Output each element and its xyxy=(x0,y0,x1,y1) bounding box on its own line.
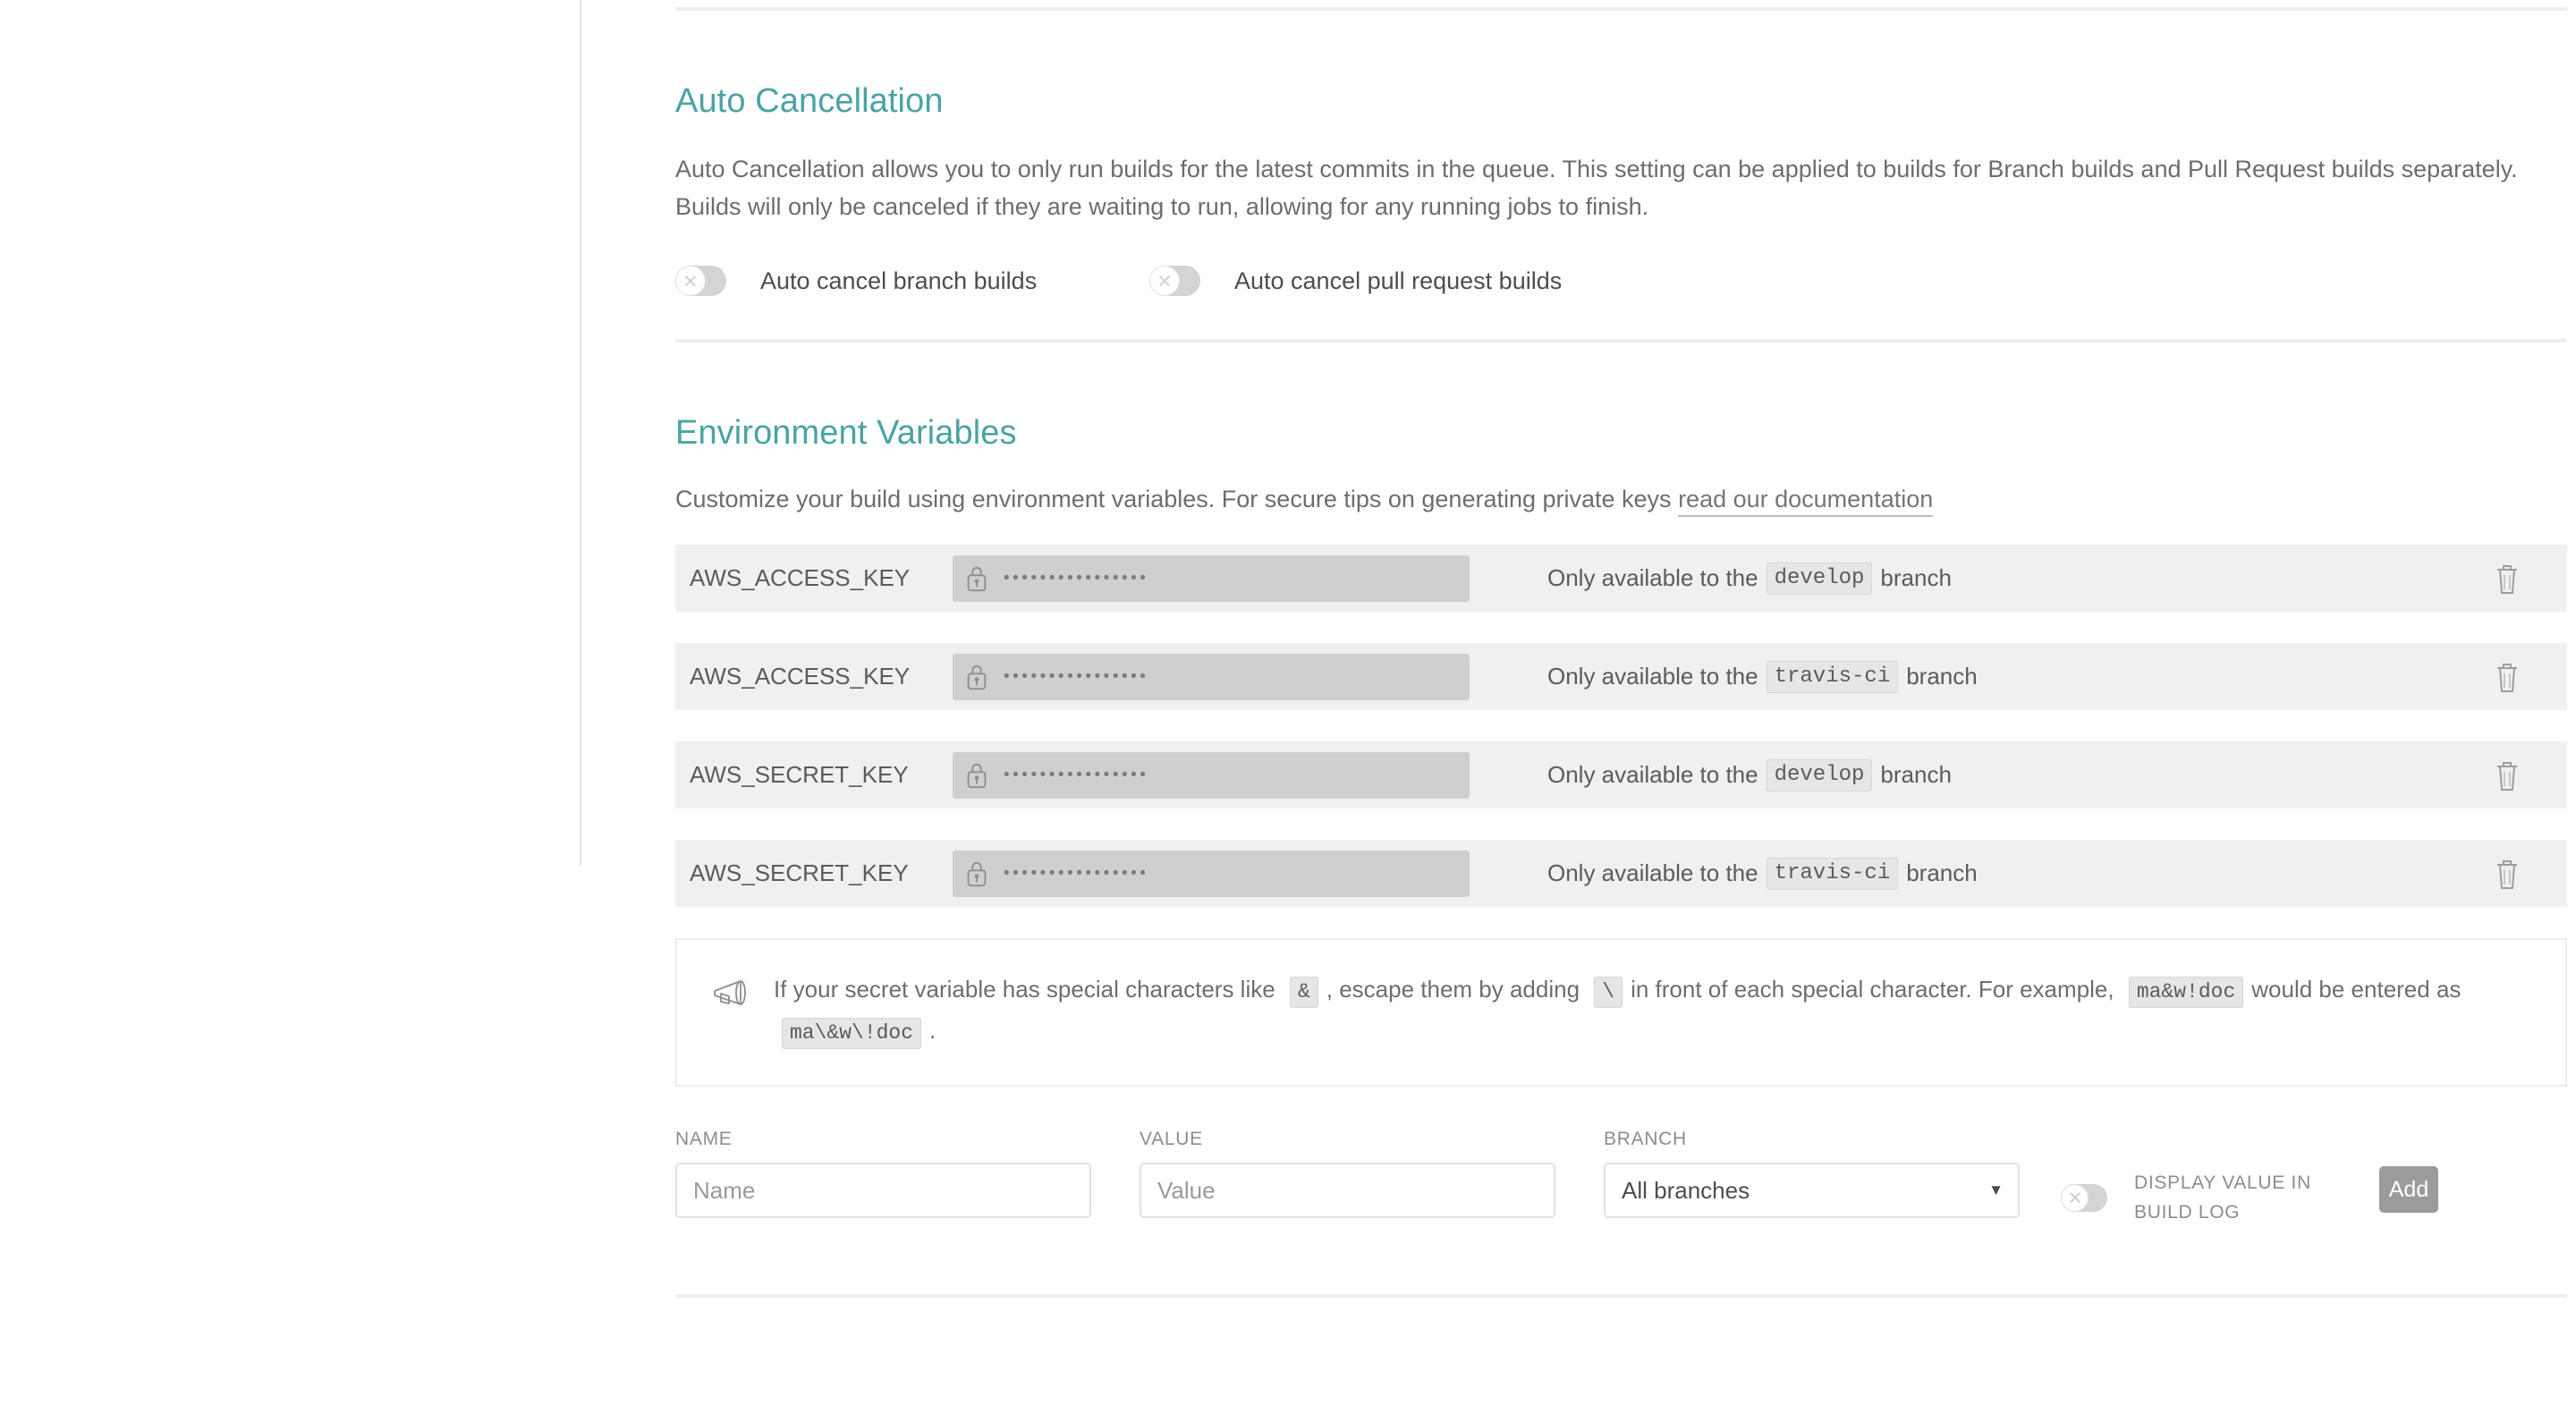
env-var-masked-value: •••••••••••••••• xyxy=(1004,766,1149,784)
branch-prefix: Only available to the xyxy=(1547,663,1758,690)
branch-tag: develop xyxy=(1766,562,1873,595)
megaphone-icon xyxy=(714,980,746,1005)
branch-select[interactable]: All branches xyxy=(1604,1163,2020,1218)
value-input[interactable] xyxy=(1140,1163,1555,1218)
tip-code-example-raw: ma&w!doc xyxy=(2128,977,2244,1008)
trash-icon[interactable] xyxy=(2492,561,2522,597)
env-var-value-field[interactable]: •••••••••••••••• xyxy=(953,850,1470,897)
toggle-knob-x-icon xyxy=(675,266,706,296)
env-var-name: AWS_ACCESS_KEY xyxy=(690,564,911,591)
env-var-masked-value: •••••••••••••••• xyxy=(1004,569,1149,588)
lock-icon xyxy=(967,861,987,886)
branch-prefix: Only available to the xyxy=(1547,859,1758,886)
section-divider xyxy=(675,339,2567,343)
trash-icon[interactable] xyxy=(2492,659,2522,695)
env-var-name: AWS_SECRET_KEY xyxy=(690,761,909,788)
env-var-branch-info: Only available to the travis-ci branch xyxy=(1547,857,1978,890)
tip-code-example-escaped: ma\&w\!doc xyxy=(782,1018,922,1049)
display-value-in-build-log-toggle[interactable] xyxy=(2061,1183,2107,1212)
tip-part-5: . xyxy=(929,1017,936,1044)
auto-cancellation-section: Auto Cancellation Auto Cancellation allo… xyxy=(675,82,2567,296)
environment-variables-title: Environment Variables xyxy=(675,414,1017,452)
branch-field-group: BRANCH All branches ▼ xyxy=(1604,1129,2020,1218)
branch-suffix: branch xyxy=(1880,564,1952,591)
tip-part-3: in front of each special character. For … xyxy=(1631,976,2114,1003)
env-desc-text: Customize your build using environment v… xyxy=(675,486,1679,512)
tip-text: If your secret variable has special char… xyxy=(774,970,2529,1053)
sidebar-divider xyxy=(580,0,581,866)
display-value-in-build-log-label: DISPLAY VALUE IN BUILD LOG xyxy=(2134,1172,2311,1223)
branch-select-wrap: All branches ▼ xyxy=(1604,1163,2020,1218)
tip-part-4: would be entered as xyxy=(2251,976,2462,1003)
lock-icon xyxy=(967,763,987,788)
toggle-knob-x-icon xyxy=(1149,266,1180,296)
branch-tag: travis-ci xyxy=(1766,857,1899,890)
environment-variables-section: Environment Variables Customize your bui… xyxy=(675,414,2567,1298)
env-var-masked-value: •••••••••••••••• xyxy=(1004,667,1149,686)
branch-tag: travis-ci xyxy=(1766,660,1899,693)
auto-cancel-branch-builds-toggle[interactable] xyxy=(675,266,726,296)
env-var-name: AWS_ACCESS_KEY xyxy=(690,663,911,690)
auto-cancel-branch-builds-label: Auto cancel branch builds xyxy=(760,267,1038,294)
env-var-branch-info: Only available to the develop branch xyxy=(1547,758,1952,791)
table-row: AWS_SECRET_KEY •••••••••••••••• Only ava… xyxy=(675,741,2567,808)
auto-cancellation-description: Auto Cancellation allows you to only run… xyxy=(675,156,2518,220)
settings-page: Auto Cancellation Auto Cancellation allo… xyxy=(0,0,2576,1405)
branch-suffix: branch xyxy=(1906,663,1978,690)
name-input[interactable] xyxy=(675,1163,1091,1218)
trash-icon[interactable] xyxy=(2492,856,2522,892)
env-var-branch-info: Only available to the develop branch xyxy=(1547,562,1952,595)
lock-icon xyxy=(967,566,987,591)
table-row: AWS_ACCESS_KEY •••••••••••••••• Only ava… xyxy=(675,545,2567,612)
branch-label: BRANCH xyxy=(1604,1129,1687,1149)
env-var-masked-value: •••••••••••••••• xyxy=(1004,864,1149,883)
bottom-divider xyxy=(675,1294,2567,1298)
auto-cancel-pull-request-builds-label: Auto cancel pull request builds xyxy=(1234,267,1563,294)
auto-cancellation-title: Auto Cancellation xyxy=(675,82,944,120)
tip-part-1: If your secret variable has special char… xyxy=(774,976,1275,1003)
top-divider xyxy=(675,7,2567,11)
display-value-toggle-group: DISPLAY VALUE IN BUILD LOG xyxy=(2061,1168,2340,1227)
lock-icon xyxy=(967,664,987,690)
env-var-value-field[interactable]: •••••••••••••••• xyxy=(953,751,1470,799)
branch-tag: develop xyxy=(1766,758,1873,791)
env-var-value-field[interactable]: •••••••••••••••• xyxy=(953,653,1470,700)
name-label: NAME xyxy=(675,1129,733,1149)
env-var-branch-info: Only available to the travis-ci branch xyxy=(1547,660,1978,693)
tip-code-backslash: \ xyxy=(1594,977,1623,1008)
add-environment-variable-form: NAME VALUE BRANCH All branches ▼ xyxy=(675,1129,2567,1227)
auto-cancellation-toggles: Auto cancel branch builds Auto cancel pu… xyxy=(675,266,2567,296)
auto-cancel-pull-request-builds-row: Auto cancel pull request builds xyxy=(1149,266,1562,296)
toggle-knob-x-icon xyxy=(2061,1183,2089,1212)
branch-suffix: branch xyxy=(1906,859,1978,886)
name-field-group: NAME xyxy=(675,1129,1091,1218)
add-button[interactable]: Add xyxy=(2379,1166,2438,1213)
branch-prefix: Only available to the xyxy=(1547,564,1758,591)
branch-prefix: Only available to the xyxy=(1547,761,1758,788)
value-label: VALUE xyxy=(1140,1129,1203,1149)
special-characters-tip: If your secret variable has special char… xyxy=(675,938,2567,1087)
environment-variables-list: AWS_ACCESS_KEY •••••••••••••••• Only ava… xyxy=(675,545,2567,907)
branch-suffix: branch xyxy=(1880,761,1952,788)
env-var-value-field[interactable]: •••••••••••••••• xyxy=(953,554,1470,602)
table-row: AWS_SECRET_KEY •••••••••••••••• Only ava… xyxy=(675,840,2567,907)
read-documentation-link[interactable]: read our documentation xyxy=(1678,486,1934,517)
table-row: AWS_ACCESS_KEY •••••••••••••••• Only ava… xyxy=(675,643,2567,710)
trash-icon[interactable] xyxy=(2492,758,2522,793)
auto-cancel-pull-request-builds-toggle[interactable] xyxy=(1149,266,1200,296)
value-field-group: VALUE xyxy=(1140,1129,1555,1218)
tip-part-2: , escape them by adding xyxy=(1326,976,1580,1003)
auto-cancel-branch-builds-row: Auto cancel branch builds xyxy=(675,266,1149,296)
main-content: Auto Cancellation Auto Cancellation allo… xyxy=(675,0,2567,1298)
tip-code-ampersand: & xyxy=(1289,977,1318,1008)
env-var-name: AWS_SECRET_KEY xyxy=(690,859,909,886)
environment-variables-description: Customize your build using environment v… xyxy=(675,480,2563,518)
